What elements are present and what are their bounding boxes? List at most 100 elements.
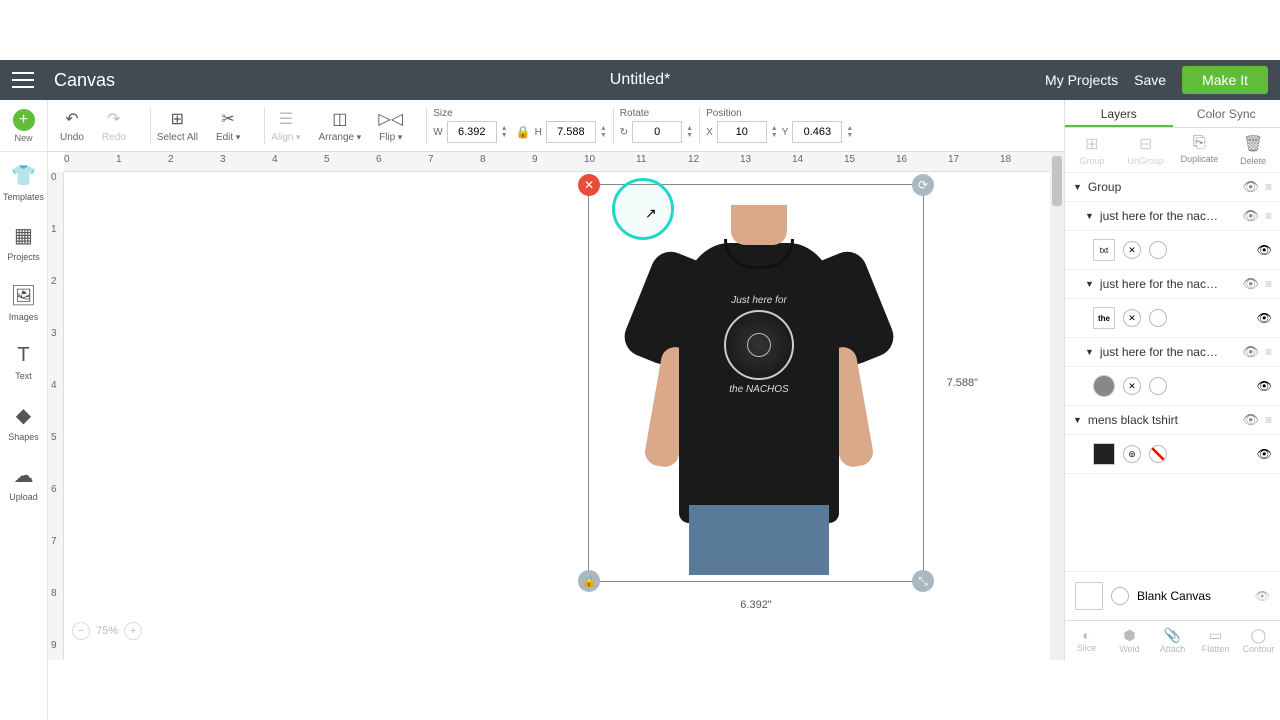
visibility-icon[interactable]: 👁	[1242, 344, 1259, 360]
sidebar-text[interactable]: TText	[0, 332, 47, 392]
zoom-in-button[interactable]: +	[124, 622, 142, 640]
tshirt-mockup[interactable]: Just here for the NACHOS	[669, 205, 849, 575]
lock-handle[interactable]: 🔒	[578, 570, 600, 592]
my-projects-link[interactable]: My Projects	[1045, 72, 1118, 88]
redo-button: ↷Redo	[102, 108, 126, 143]
zoom-control[interactable]: − 75% +	[72, 622, 142, 640]
visibility-icon[interactable]: 👁	[1257, 311, 1272, 325]
sidebar-projects[interactable]: ▦Projects	[0, 212, 47, 272]
layer-item-3[interactable]: ▼ just here for the nac… 👁 ≡	[1065, 338, 1280, 367]
visibility-icon[interactable]: 👁	[1242, 412, 1259, 428]
y-input[interactable]	[792, 121, 842, 143]
rotate-group: Rotate ↻ ▲▼	[620, 108, 693, 143]
app-header: Canvas Untitled* My Projects Save Make I…	[0, 60, 1280, 100]
sidebar-templates[interactable]: 👕Templates	[0, 152, 47, 212]
text-icon: T	[17, 344, 29, 367]
layer-item-1[interactable]: ▼ just here for the nac… 👁 ≡	[1065, 202, 1280, 231]
drag-handle-icon[interactable]: ≡	[1265, 345, 1272, 359]
visibility-icon[interactable]: 👁	[1242, 208, 1259, 224]
edit-dropdown[interactable]: ✂Edit	[216, 108, 240, 143]
contour-action: ◯Contour	[1237, 621, 1280, 660]
image-icon: 🖼	[11, 283, 36, 308]
sidebar-shapes[interactable]: ◆Shapes	[0, 392, 47, 452]
sidebar-images[interactable]: 🖼Images	[0, 272, 47, 332]
width-input[interactable]	[447, 121, 497, 143]
layer-tshirt[interactable]: ▼ mens black tshirt 👁 ≡	[1065, 406, 1280, 435]
height-stepper[interactable]: ▲▼	[600, 125, 607, 139]
canvas-surface[interactable]: ✕ ⟳ 🔒 ⤡ 6.392" 7.588" Just here for the …	[64, 172, 1064, 660]
align-dropdown: ☰Align	[271, 108, 300, 143]
upload-icon: ☁	[14, 463, 34, 488]
rotate-stepper[interactable]: ▲▼	[686, 125, 693, 139]
vertical-ruler: 0123456789	[48, 172, 64, 660]
layer-item-1-detail[interactable]: txt✕ 👁	[1065, 231, 1280, 270]
weld-action: ⬢Weld	[1108, 621, 1151, 660]
flatten-action: ▭Flatten	[1194, 621, 1237, 660]
hamburger-icon[interactable]	[12, 72, 34, 88]
save-button[interactable]: Save	[1134, 72, 1166, 88]
visibility-icon[interactable]: 👁	[1257, 243, 1272, 257]
x-input[interactable]	[717, 121, 767, 143]
canvas-swatch[interactable]	[1075, 582, 1103, 610]
layer-item-3-detail[interactable]: ✕ 👁	[1065, 367, 1280, 406]
shapes-icon: ◆	[16, 403, 31, 428]
layer-item-2-detail[interactable]: the✕ 👁	[1065, 299, 1280, 338]
layer-footer-actions: ◐Slice ⬢Weld 📎Attach ▭Flatten ◯Contour	[1065, 620, 1280, 660]
height-input[interactable]	[546, 121, 596, 143]
lock-aspect-icon[interactable]: 🔒	[516, 125, 531, 139]
rotate-handle[interactable]: ⟳	[912, 174, 934, 196]
cursor-highlight	[612, 178, 674, 240]
select-all-button[interactable]: ⊞Select All	[157, 108, 198, 143]
delete-action[interactable]: 🗑Delete	[1226, 128, 1280, 172]
drag-handle-icon[interactable]: ≡	[1265, 180, 1272, 194]
resize-handle[interactable]: ⤡	[912, 570, 934, 592]
layer-group[interactable]: ▼ Group 👁 ≡	[1065, 173, 1280, 202]
new-button[interactable]: +New	[0, 100, 47, 152]
group-action: ⊞Group	[1065, 128, 1119, 172]
size-group: Size W ▲▼ 🔒 H ▲▼	[433, 108, 607, 143]
tab-color-sync[interactable]: Color Sync	[1173, 100, 1280, 127]
visibility-icon[interactable]: 👁	[1242, 276, 1259, 292]
zoom-out-button[interactable]: −	[72, 622, 90, 640]
chevron-down-icon[interactable]: ▼	[1085, 347, 1094, 357]
x-stepper[interactable]: ▲▼	[771, 125, 778, 139]
shirt-design: Just here for the NACHOS	[714, 295, 804, 415]
tshirt-icon: 👕	[11, 163, 36, 188]
delete-handle[interactable]: ✕	[578, 174, 600, 196]
tab-layers[interactable]: Layers	[1065, 100, 1173, 127]
visibility-icon[interactable]: 👁	[1257, 379, 1272, 393]
grid-icon: ▦	[14, 223, 33, 248]
arrange-dropdown[interactable]: ◫Arrange	[319, 108, 362, 143]
left-sidebar: +New 👕Templates ▦Projects 🖼Images TText …	[0, 100, 48, 720]
app-title: Canvas	[54, 70, 115, 91]
layer-item-2[interactable]: ▼ just here for the nac… 👁 ≡	[1065, 270, 1280, 299]
attach-action: 📎Attach	[1151, 621, 1194, 660]
rotate-input[interactable]	[632, 121, 682, 143]
chevron-down-icon[interactable]: ▼	[1073, 415, 1082, 425]
visibility-off-icon[interactable]: 👁	[1255, 589, 1270, 603]
ungroup-action: ⊟UnGroup	[1119, 128, 1173, 172]
chevron-down-icon[interactable]: ▼	[1085, 211, 1094, 221]
blank-canvas-row[interactable]: Blank Canvas 👁	[1065, 571, 1280, 620]
canvas-area[interactable]: 0123456789101112131415161718 0123456789 …	[48, 152, 1064, 660]
visibility-icon[interactable]: 👁	[1257, 447, 1272, 461]
zoom-value: 75%	[96, 625, 118, 637]
chevron-down-icon[interactable]: ▼	[1073, 182, 1082, 192]
y-stepper[interactable]: ▲▼	[846, 125, 853, 139]
vertical-scrollbar[interactable]	[1050, 152, 1064, 660]
undo-button[interactable]: ↶Undo	[60, 108, 84, 143]
visibility-icon[interactable]: 👁	[1242, 179, 1259, 195]
drag-handle-icon[interactable]: ≡	[1265, 277, 1272, 291]
slice-action: ◐Slice	[1065, 621, 1108, 660]
drag-handle-icon[interactable]: ≡	[1265, 209, 1272, 223]
flip-dropdown[interactable]: ▷◁Flip	[379, 108, 402, 143]
sidebar-upload[interactable]: ☁Upload	[0, 452, 47, 512]
drag-handle-icon[interactable]: ≡	[1265, 413, 1272, 427]
make-it-button[interactable]: Make It	[1182, 66, 1268, 94]
layer-tshirt-detail[interactable]: ⊚ 👁	[1065, 435, 1280, 474]
width-stepper[interactable]: ▲▼	[501, 125, 508, 139]
selection-bounding-box[interactable]: ✕ ⟳ 🔒 ⤡ 6.392" 7.588" Just here for the …	[588, 184, 924, 582]
document-title[interactable]: Untitled*	[610, 71, 670, 89]
duplicate-action[interactable]: ⎘Duplicate	[1173, 128, 1227, 172]
chevron-down-icon[interactable]: ▼	[1085, 279, 1094, 289]
